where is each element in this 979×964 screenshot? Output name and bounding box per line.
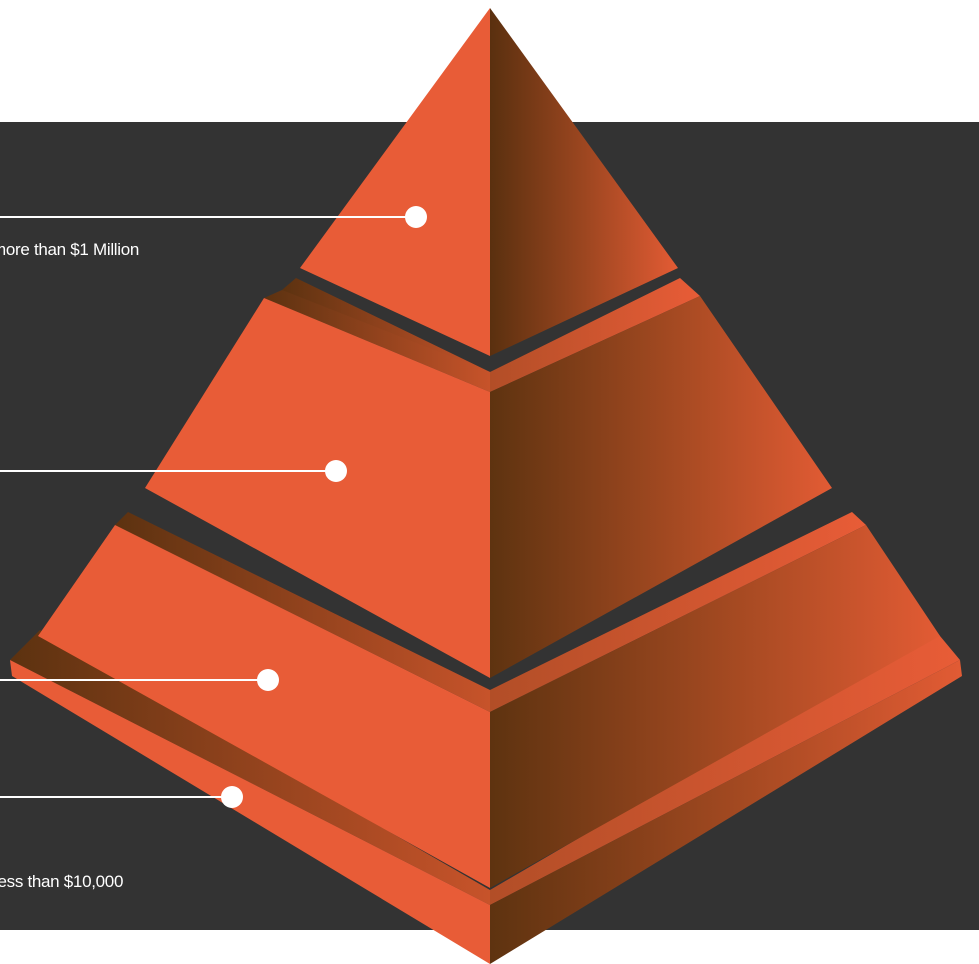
tier-4-label: less than $10,000 xyxy=(0,872,124,891)
marker-dot-1 xyxy=(405,206,427,228)
marker-dot-2 xyxy=(325,460,347,482)
tier-1-label: more than $1 Million xyxy=(0,240,140,259)
pyramid-diagram xyxy=(0,8,979,964)
marker-dot-4 xyxy=(221,786,243,808)
marker-dot-3 xyxy=(257,669,279,691)
